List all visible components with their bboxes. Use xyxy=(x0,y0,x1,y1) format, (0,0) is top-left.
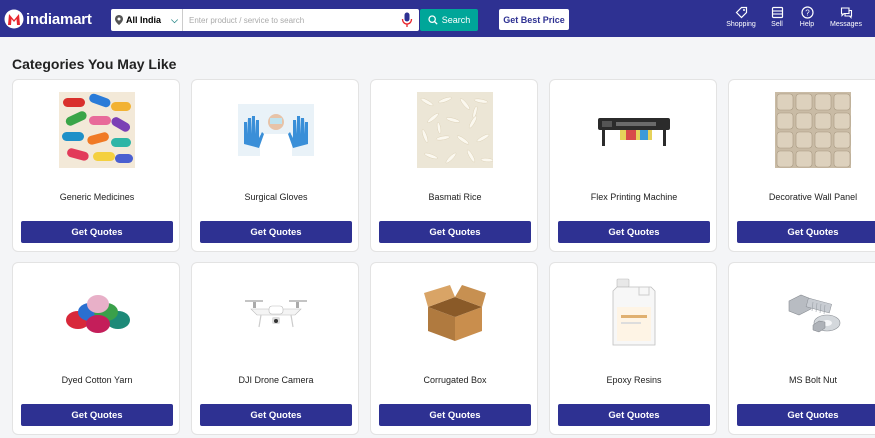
box-image xyxy=(411,275,499,351)
chat-icon xyxy=(840,7,852,19)
logo-m-icon xyxy=(4,9,24,29)
get-quotes-button[interactable]: Get Quotes xyxy=(21,221,173,243)
search-bar: All India ⌵ xyxy=(111,9,419,31)
category-card[interactable]: MS Bolt Nut Get Quotes xyxy=(728,262,875,435)
rice-image xyxy=(411,92,499,168)
get-quotes-button[interactable]: Get Quotes xyxy=(200,221,352,243)
get-quotes-button[interactable]: Get Quotes xyxy=(379,221,531,243)
category-card[interactable]: Basmati Rice Get Quotes xyxy=(370,79,538,252)
nav-sell[interactable]: Sell xyxy=(766,6,788,34)
store-icon xyxy=(771,6,783,19)
category-name: Corrugated Box xyxy=(423,375,487,385)
location-pin-icon xyxy=(115,15,123,25)
section-title: Categories You May Like xyxy=(12,56,177,72)
category-name: Decorative Wall Panel xyxy=(768,192,858,202)
category-name: MS Bolt Nut xyxy=(788,375,837,385)
category-name: Flex Printing Machine xyxy=(590,192,678,202)
nav-messages[interactable]: Messages xyxy=(828,6,864,34)
capsules-image xyxy=(53,92,141,168)
get-quotes-button[interactable]: Get Quotes xyxy=(379,404,531,426)
search-input[interactable] xyxy=(183,10,393,30)
logo-text: indiamart xyxy=(26,10,92,28)
get-quotes-button[interactable]: Get Quotes xyxy=(21,404,173,426)
category-card[interactable]: Corrugated Box Get Quotes xyxy=(370,262,538,435)
category-card[interactable]: Surgical Gloves Get Quotes xyxy=(191,79,359,252)
nav-help-label: Help xyxy=(799,21,815,28)
category-name: Basmati Rice xyxy=(428,192,482,202)
nav-messages-label: Messages xyxy=(830,21,862,28)
category-name: Epoxy Resins xyxy=(606,375,662,385)
location-selector[interactable]: All India ⌵ xyxy=(111,9,183,31)
chevron-down-icon: ⌵ xyxy=(171,14,178,25)
search-button-label: Search xyxy=(441,15,471,25)
tag-icon xyxy=(735,6,747,19)
nav-shopping-label: Shopping xyxy=(726,21,756,28)
get-best-price-button[interactable]: Get Best Price xyxy=(499,9,569,30)
yarn-image xyxy=(53,275,141,351)
wall-panel-image xyxy=(769,92,857,168)
search-icon xyxy=(428,15,438,25)
get-quotes-button[interactable]: Get Quotes xyxy=(200,404,352,426)
nav-shopping[interactable]: Shopping xyxy=(724,6,758,34)
category-name: DJI Drone Camera xyxy=(238,375,314,385)
microphone-icon[interactable] xyxy=(401,12,413,28)
resin-jar-image xyxy=(590,275,678,351)
help-icon: ? xyxy=(800,6,814,19)
printer-image xyxy=(590,92,678,168)
category-name: Generic Medicines xyxy=(59,192,135,202)
nav-help[interactable]: ? Help xyxy=(796,6,818,34)
category-card[interactable]: Epoxy Resins Get Quotes xyxy=(549,262,717,435)
location-value: All India xyxy=(126,15,162,25)
category-card[interactable]: DJI Drone Camera Get Quotes xyxy=(191,262,359,435)
category-card[interactable]: Decorative Wall Panel Get Quotes xyxy=(728,79,875,252)
header-bar: indiamart All India ⌵ Search Get Best Pr… xyxy=(0,0,875,37)
category-card[interactable]: Flex Printing Machine Get Quotes xyxy=(549,79,717,252)
indiamart-logo[interactable]: indiamart xyxy=(4,8,92,30)
category-card[interactable]: Dyed Cotton Yarn Get Quotes xyxy=(12,262,180,435)
gloves-image xyxy=(232,92,320,168)
search-button[interactable]: Search xyxy=(420,9,478,31)
get-quotes-button[interactable]: Get Quotes xyxy=(558,221,710,243)
svg-text:?: ? xyxy=(805,8,810,17)
bolt-nut-image xyxy=(769,275,857,351)
get-quotes-button[interactable]: Get Quotes xyxy=(558,404,710,426)
drone-image xyxy=(232,275,320,351)
category-name: Surgical Gloves xyxy=(244,192,308,202)
get-quotes-button[interactable]: Get Quotes xyxy=(737,404,875,426)
category-name: Dyed Cotton Yarn xyxy=(61,375,133,385)
get-quotes-button[interactable]: Get Quotes xyxy=(737,221,875,243)
category-card[interactable]: Generic Medicines Get Quotes xyxy=(12,79,180,252)
nav-sell-label: Sell xyxy=(771,21,783,28)
